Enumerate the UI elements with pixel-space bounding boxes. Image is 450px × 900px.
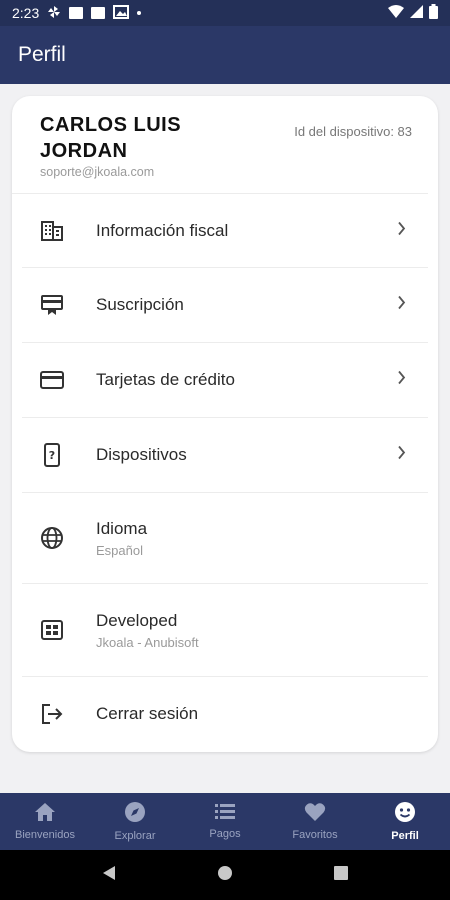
menu-item-label: Suscripción (96, 295, 184, 314)
subscription-icon (22, 294, 82, 316)
menu-item-devices[interactable]: ? Dispositivos (22, 418, 428, 493)
nav-label: Pagos (209, 828, 241, 840)
nav-item-perfil[interactable]: Perfil (360, 793, 450, 850)
nav-item-favoritos[interactable]: Favoritos (270, 793, 360, 850)
menu-item-credit-cards[interactable]: Tarjetas de crédito (22, 343, 428, 418)
status-time: 2:23 (12, 5, 40, 21)
battery-icon (429, 4, 438, 22)
chevron-right-icon (397, 295, 406, 315)
app-bar: Perfil (0, 26, 450, 84)
home-button-icon[interactable] (217, 865, 233, 886)
profile-card: CARLOS LUIS JORDAN soporte@jkoala.com Id… (12, 96, 438, 752)
bottom-nav: Bienvenidos Explorar Pagos Favoritos Per… (0, 793, 450, 850)
recents-icon[interactable] (333, 865, 349, 886)
page-title: Perfil (18, 43, 66, 66)
globe-icon (22, 526, 82, 550)
device-id: Id del dispositivo: 83 (294, 124, 412, 139)
notification-icon (69, 7, 84, 19)
profile-face-icon (394, 801, 416, 826)
back-icon[interactable] (101, 865, 117, 886)
status-bar: 2:23 (0, 0, 450, 26)
list-icon (214, 803, 236, 824)
more-notifications-icon (137, 11, 142, 15)
chevron-right-icon (397, 221, 406, 240)
chevron-right-icon (397, 445, 406, 465)
menu-item-fiscal-info[interactable]: Información fiscal (22, 194, 428, 268)
user-name: CARLOS LUIS JORDAN (40, 114, 182, 162)
nav-item-pagos[interactable]: Pagos (180, 793, 270, 850)
heart-icon (304, 802, 326, 825)
home-icon (34, 802, 56, 825)
chevron-right-icon (397, 370, 406, 390)
logout-button[interactable]: Cerrar sesión (22, 677, 428, 751)
nav-label: Perfil (391, 830, 419, 842)
logout-icon (22, 703, 82, 725)
menu-item-label: Developed (96, 610, 178, 630)
wifi-icon (388, 5, 404, 21)
menu-item-label: Información fiscal (96, 220, 229, 240)
menu-item-developed[interactable]: Developed Jkoala - Anubisoft (22, 584, 428, 677)
credit-card-icon (22, 370, 82, 390)
svg-text:?: ? (49, 449, 55, 462)
menu-item-subscription[interactable]: Suscripción (22, 268, 428, 343)
nav-item-explorar[interactable]: Explorar (90, 793, 180, 850)
phone-question-icon: ? (22, 443, 82, 467)
menu-item-label: Dispositivos (96, 445, 187, 464)
menu-item-label: Idioma (96, 518, 148, 538)
developer-icon (22, 619, 82, 641)
nav-label: Favoritos (292, 829, 338, 841)
pinwheel-icon (47, 5, 61, 22)
menu-item-sublabel: Jkoala - Anubisoft (96, 634, 199, 650)
menu-item-sublabel: Español (96, 542, 143, 558)
nav-label: Bienvenidos (15, 829, 75, 841)
system-nav-bar (0, 850, 450, 900)
menu-item-label: Cerrar sesión (96, 704, 199, 723)
menu-item-language[interactable]: Idioma Español (22, 493, 428, 584)
signal-icon (410, 5, 423, 21)
nav-label: Explorar (114, 830, 156, 842)
compass-icon (124, 801, 146, 826)
building-icon (22, 220, 82, 242)
user-email: soporte@jkoala.com (40, 165, 155, 179)
nav-item-bienvenidos[interactable]: Bienvenidos (0, 793, 90, 850)
menu-item-label: Tarjetas de crédito (96, 370, 235, 389)
image-icon (113, 4, 130, 22)
notification-icon (91, 7, 106, 19)
profile-header: CARLOS LUIS JORDAN soporte@jkoala.com Id… (12, 96, 428, 194)
